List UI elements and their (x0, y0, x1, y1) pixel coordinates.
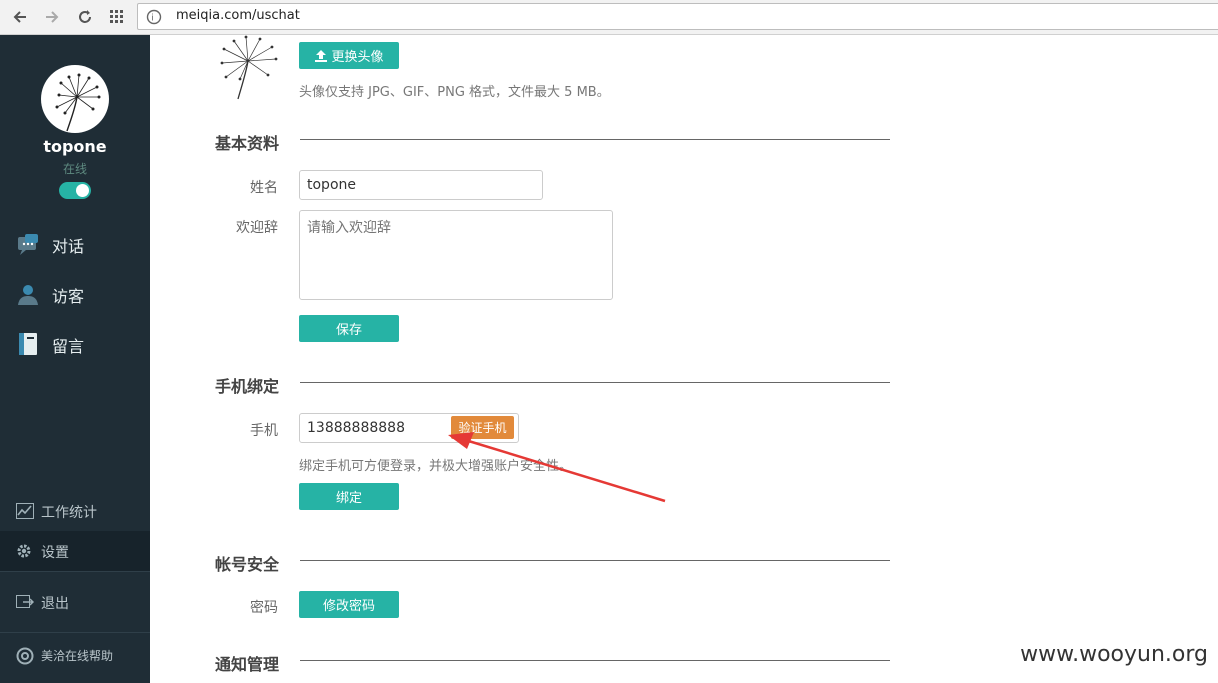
nav-label: 留言 (52, 337, 85, 356)
sidebar-item-help[interactable]: 美洽在线帮助 (0, 635, 150, 675)
section-title-account-security: 帐号安全 (215, 555, 280, 574)
sidebar-item-label: 工作统计 (41, 505, 97, 521)
sidebar-item-settings[interactable]: 设置 (0, 531, 150, 571)
gear-icon (16, 543, 34, 559)
change-avatar-button[interactable]: 更换头像 (299, 42, 399, 69)
user-name: topone (43, 137, 107, 156)
chat-icon (16, 232, 40, 256)
apps-grid-icon[interactable] (107, 7, 127, 27)
avatar-hint: 头像仅支持 JPG、GIF、PNG 格式，文件最大 5 MB。 (299, 85, 610, 100)
nav-item-chat[interactable]: 对话 (0, 224, 150, 264)
nav-item-visitor[interactable]: 访客 (0, 274, 150, 314)
name-label: 姓名 (250, 180, 278, 196)
visitor-icon (16, 282, 40, 306)
avatar[interactable] (41, 65, 109, 133)
sidebar-item-logout[interactable]: 退出 (0, 582, 150, 622)
nav-item-message[interactable]: 留言 (0, 324, 150, 364)
section-title-notification: 通知管理 (215, 655, 280, 674)
sidebar-item-label: 退出 (41, 596, 69, 612)
forward-icon[interactable] (42, 7, 62, 27)
section-divider (300, 382, 890, 383)
address-bar[interactable]: i meiqia.com/uschat (137, 3, 1218, 30)
bind-button[interactable]: 绑定 (299, 483, 399, 510)
online-toggle[interactable] (59, 182, 91, 199)
profile-avatar-image (212, 35, 282, 101)
svg-text:i: i (151, 14, 154, 24)
change-avatar-label: 更换头像 (331, 49, 384, 64)
name-input[interactable] (299, 170, 543, 200)
sidebar-item-label: 设置 (41, 545, 69, 561)
section-divider (300, 660, 890, 661)
user-status: 在线 (62, 162, 87, 176)
phone-label: 手机 (250, 423, 278, 439)
settings-panel: 更换头像 头像仅支持 JPG、GIF、PNG 格式，文件最大 5 MB。 基本资… (150, 35, 1218, 683)
back-icon[interactable] (10, 7, 30, 27)
section-divider (300, 139, 890, 140)
browser-toolbar: i meiqia.com/uschat (0, 0, 1218, 35)
save-button[interactable]: 保存 (299, 315, 399, 342)
nav-label: 访客 (52, 287, 85, 306)
watermark: www.wooyun.org (1020, 642, 1208, 667)
url-text: meiqia.com/uschat (176, 8, 300, 23)
annotation-arrow (448, 432, 666, 503)
help-icon (16, 647, 34, 665)
section-divider (300, 560, 890, 561)
site-info-icon[interactable]: i (146, 9, 162, 29)
toggle-knob (76, 184, 89, 197)
sidebar-item-stats[interactable]: 工作统计 (0, 491, 150, 531)
welcome-label: 欢迎辞 (236, 220, 278, 236)
reload-icon[interactable] (75, 7, 95, 27)
nav-label: 对话 (52, 237, 85, 256)
sidebar-item-label: 美洽在线帮助 (41, 649, 114, 663)
section-title-basic-info: 基本资料 (215, 134, 280, 153)
section-title-phone-binding: 手机绑定 (215, 377, 280, 396)
message-book-icon (16, 332, 40, 356)
upload-icon (314, 49, 328, 63)
sidebar-divider (0, 632, 150, 633)
password-label: 密码 (250, 600, 278, 616)
change-password-button[interactable]: 修改密码 (299, 591, 399, 618)
logout-icon (16, 594, 35, 610)
welcome-textarea[interactable] (299, 210, 613, 300)
chart-icon (16, 503, 34, 519)
sidebar: topone 在线 对话 访客 留言 工作统计 设置 退出 美洽在线帮助 (0, 35, 150, 683)
sidebar-divider (0, 571, 150, 572)
